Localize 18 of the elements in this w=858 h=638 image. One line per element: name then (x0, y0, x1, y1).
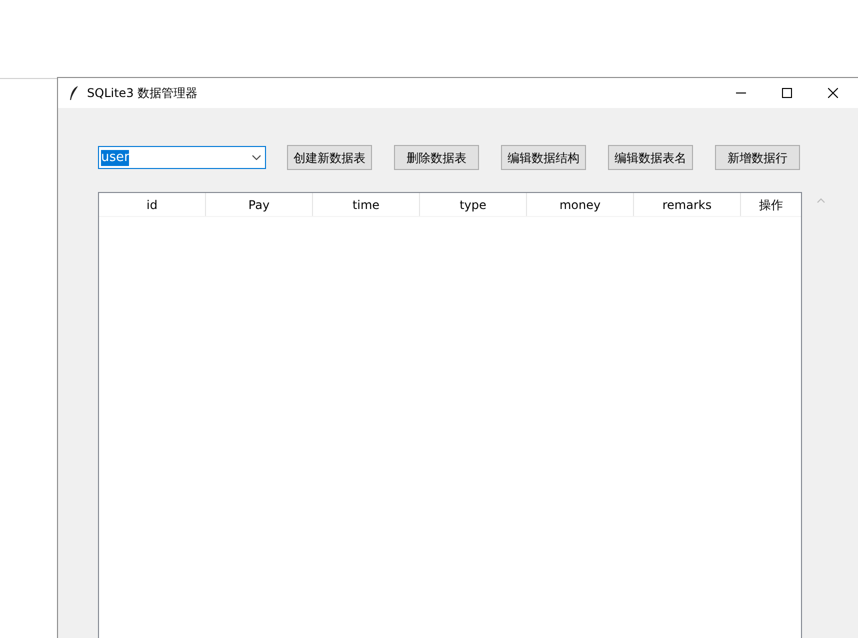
maximize-icon (782, 88, 792, 98)
toolbar-button[interactable]: 删除数据表 (394, 145, 479, 170)
selected-value: user (101, 150, 130, 166)
toolbar-button[interactable]: 新增数据行 (715, 145, 800, 170)
column-header[interactable]: id (99, 193, 206, 216)
column-header[interactable]: Pay (206, 193, 313, 216)
window-title: SQLite3 数据管理器 (87, 85, 198, 102)
close-icon (828, 88, 838, 98)
toolbar-button[interactable]: 创建新数据表 (287, 145, 372, 170)
toolbar-button[interactable]: 编辑数据表名 (608, 145, 693, 170)
toolbar-button[interactable]: 编辑数据结构 (501, 145, 586, 170)
table-select[interactable]: user (98, 146, 266, 169)
feather-icon (69, 85, 79, 101)
column-header[interactable]: type (420, 193, 527, 216)
column-header[interactable]: remarks (634, 193, 741, 216)
column-header[interactable]: time (313, 193, 420, 216)
column-header[interactable]: money (527, 193, 634, 216)
column-header[interactable]: 操作 (741, 193, 801, 216)
